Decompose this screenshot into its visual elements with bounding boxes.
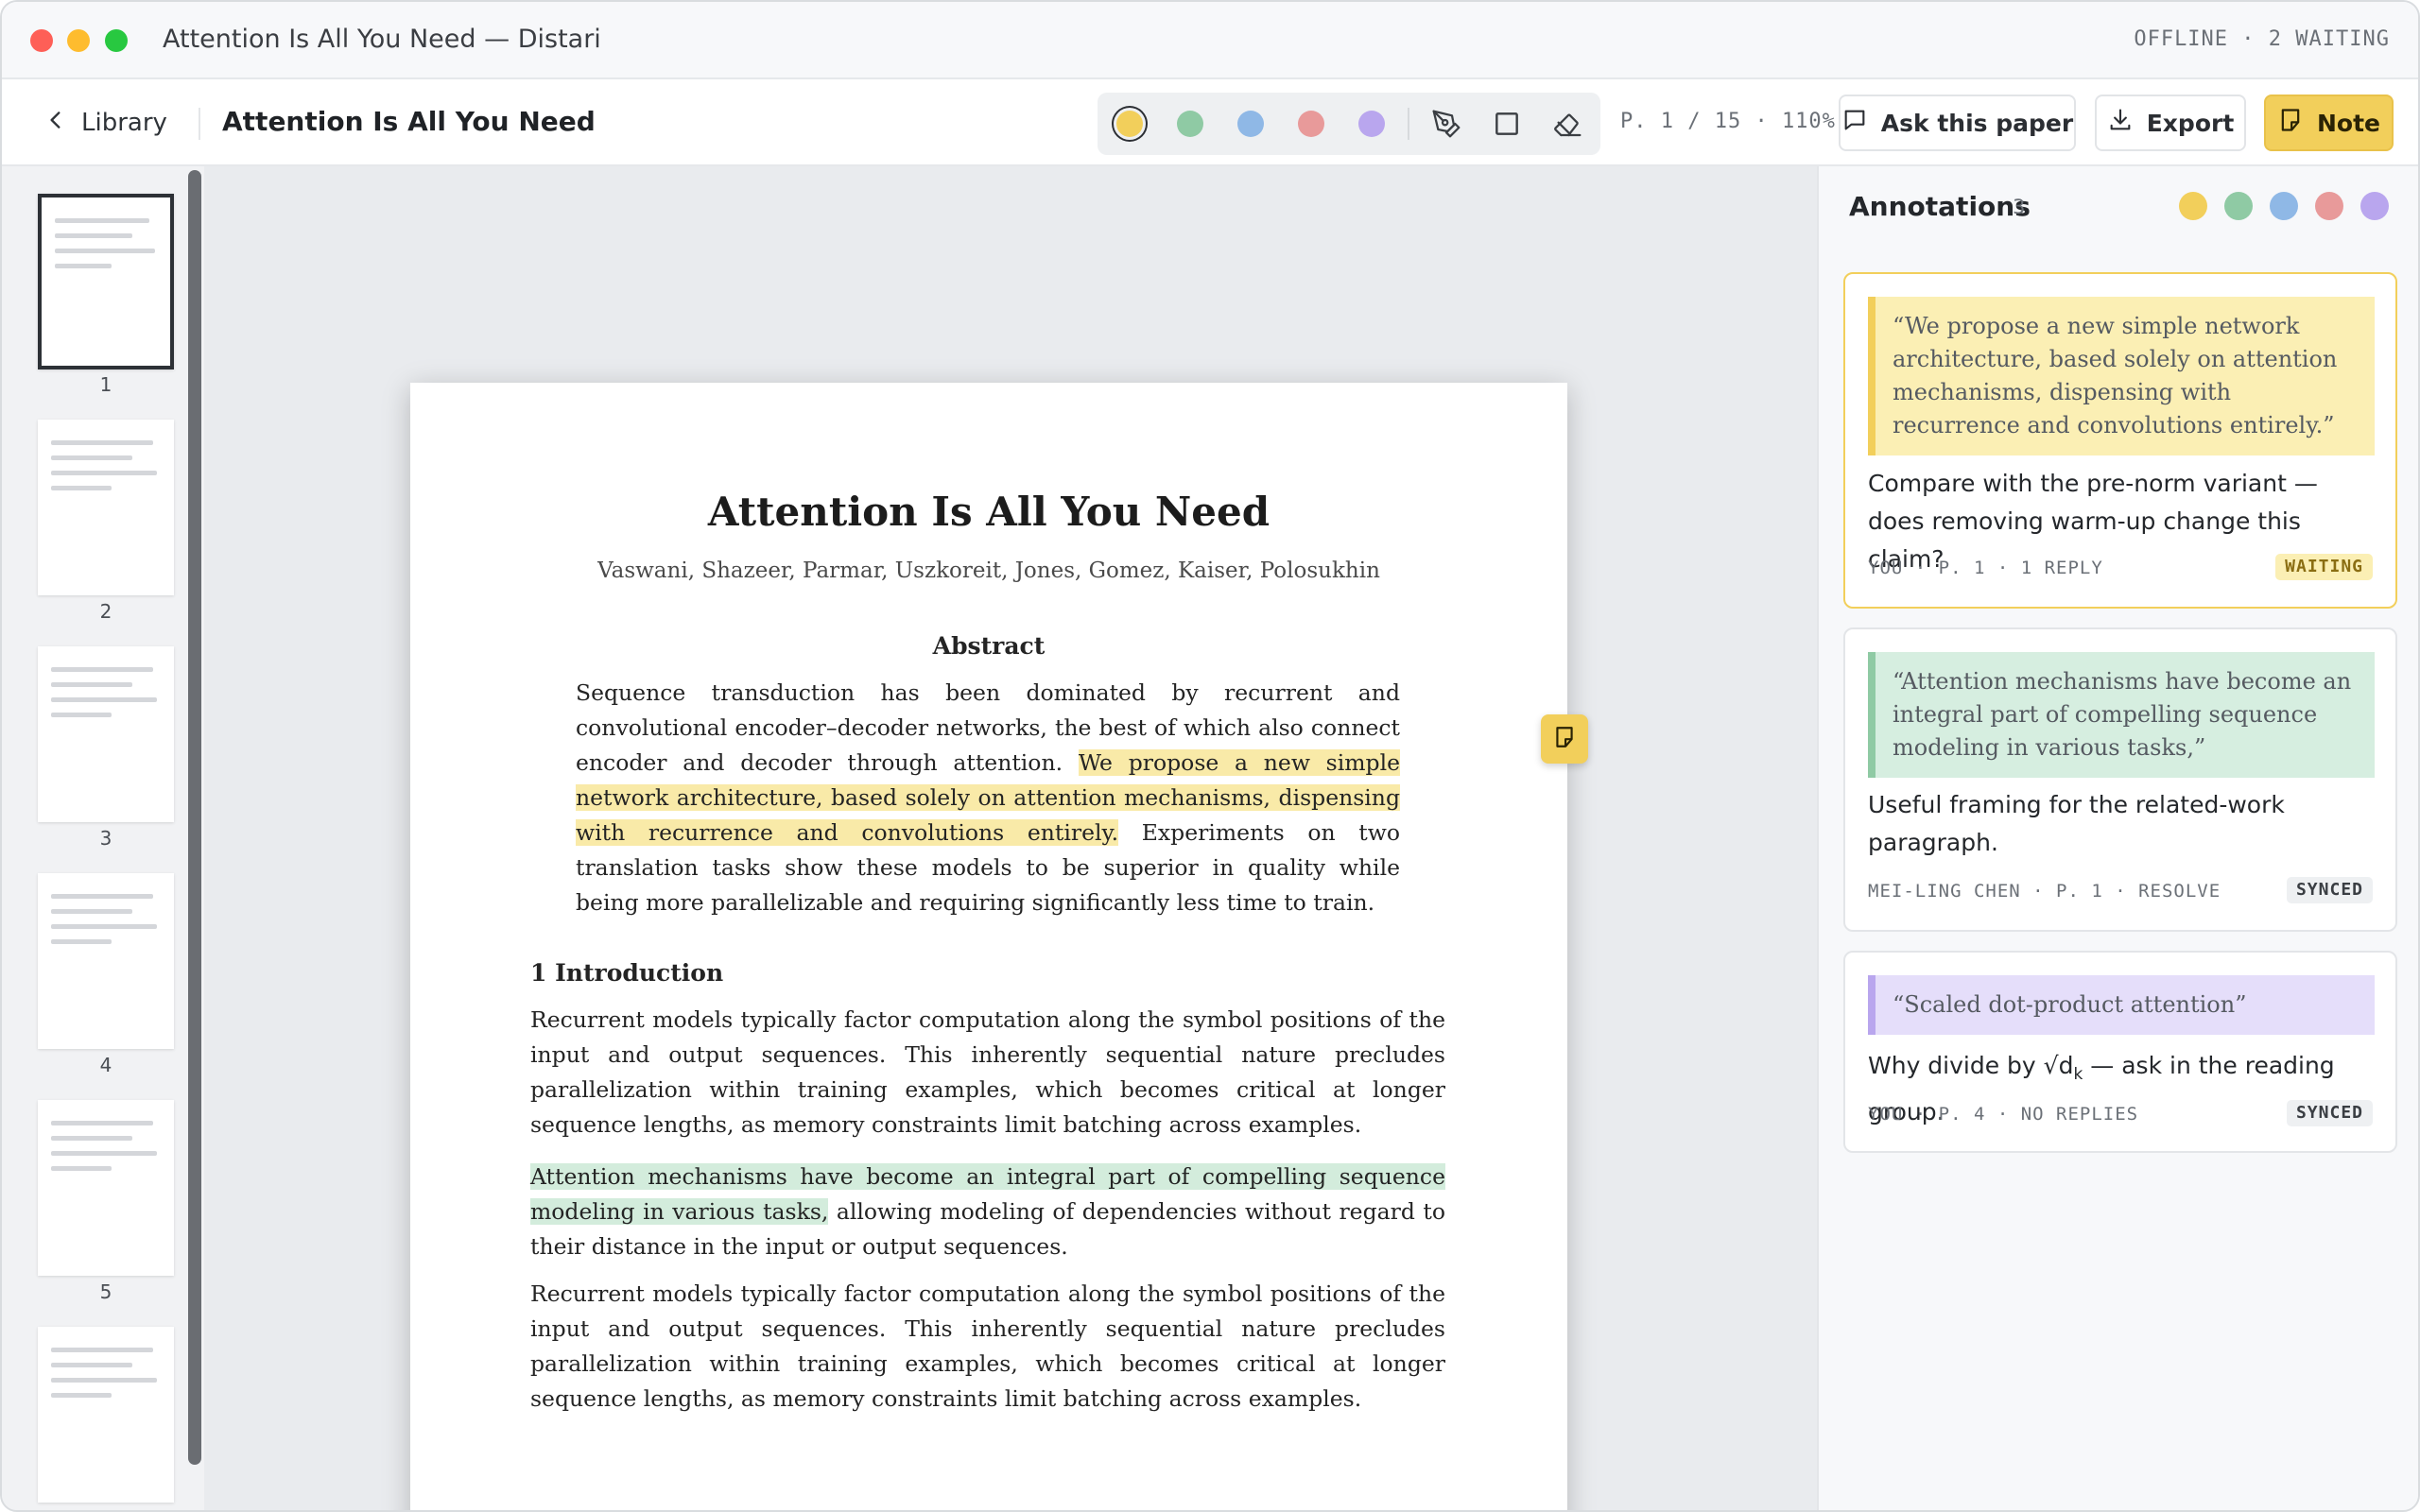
- pen-icon[interactable]: [1431, 109, 1461, 139]
- highlight-red-swatch[interactable]: [1298, 111, 1324, 137]
- page-thumbnail[interactable]: [38, 194, 174, 369]
- back-to-library-button[interactable]: Library: [43, 106, 167, 140]
- document-viewer: Attention Is All You Need Vaswani, Shaze…: [204, 166, 1817, 1510]
- math-sqrt: √d: [2043, 1052, 2074, 1079]
- app-window: Attention Is All You Need — Distari OFFL…: [0, 0, 2420, 1512]
- thumbnail-number: 4: [99, 1054, 112, 1076]
- annotation-quote: “We propose a new simple network archite…: [1868, 297, 2375, 455]
- status-badge: SYNCED: [2286, 1100, 2373, 1126]
- ask-paper-button[interactable]: Ask this paper: [1839, 94, 2076, 151]
- filter-green[interactable]: [2224, 192, 2253, 220]
- toolbar-divider: [199, 108, 200, 140]
- paper-authors: Vaswani, Shazeer, Parmar, Uszkoreit, Jon…: [597, 558, 1380, 583]
- download-icon: [2107, 107, 2134, 139]
- thumbnail-number: 5: [99, 1280, 112, 1303]
- sticky-note-icon: [1552, 725, 1577, 754]
- title-bar: Attention Is All You Need — Distari OFFL…: [2, 2, 2418, 79]
- note-text-start: Why divide by: [1868, 1052, 2044, 1079]
- annotation-note: Useful framing for the related-work para…: [1868, 791, 2285, 856]
- note-label: Note: [2316, 109, 2380, 137]
- pdf-page[interactable]: Attention Is All You Need Vaswani, Shaze…: [410, 383, 1567, 1510]
- section-heading: 1 Introduction: [530, 959, 724, 987]
- annotation-quote: “Scaled dot-product attention”: [1868, 975, 2375, 1035]
- thumbnail-number: 1: [99, 373, 112, 396]
- page-thumbnail[interactable]: [38, 420, 174, 595]
- body-paragraph[interactable]: Recurrent models typically factor comput…: [530, 1003, 1445, 1143]
- annotation-tools: [1098, 93, 1600, 155]
- status-badge: WAITING: [2275, 554, 2373, 580]
- maximize-window-button[interactable]: [105, 29, 128, 52]
- palette-divider: [1408, 108, 1409, 140]
- back-label: Library: [81, 109, 167, 137]
- annotation-meta: YOU · P. 1 · 1 REPLY: [1868, 558, 2103, 578]
- abstract-text[interactable]: Sequence transduction has been dominated…: [576, 676, 1400, 920]
- annotation-meta: YOU · P. 4 · NO REPLIES: [1868, 1104, 2139, 1125]
- highlight-blue-swatch[interactable]: [1237, 111, 1264, 137]
- sticky-note-icon: [2277, 107, 2304, 139]
- filter-yellow[interactable]: [2179, 192, 2207, 220]
- annotation-meta: MEI-LING CHEN · P. 1 · RESOLVE: [1868, 881, 2221, 902]
- annotations-panel: Annotations 3 “We propose a new simple n…: [1817, 166, 2418, 1510]
- math-subscript: k: [2073, 1065, 2083, 1084]
- filter-red[interactable]: [2315, 192, 2343, 220]
- body-paragraph[interactable]: Recurrent models typically factor comput…: [530, 1277, 1445, 1417]
- minimize-window-button[interactable]: [67, 29, 90, 52]
- highlight-yellow-swatch[interactable]: [1116, 111, 1143, 137]
- add-note-button[interactable]: Note: [2264, 94, 2394, 151]
- page-thumbnail[interactable]: [38, 1327, 174, 1503]
- thumbnail-number: 3: [99, 827, 112, 850]
- export-label: Export: [2146, 109, 2235, 137]
- toolbar: Library Attention Is All You Need P. 1 /…: [2, 79, 2418, 166]
- eraser-icon[interactable]: [1552, 109, 1582, 139]
- status-badge: SYNCED: [2286, 877, 2373, 903]
- thumbnail-number: 2: [99, 600, 112, 623]
- page-thumbnail[interactable]: [38, 1100, 174, 1276]
- sync-status: OFFLINE · 2 WAITING: [2134, 27, 2390, 51]
- note-pin[interactable]: [1541, 714, 1588, 764]
- highlight-green-swatch[interactable]: [1177, 111, 1203, 137]
- highlight-purple-swatch[interactable]: [1358, 111, 1385, 137]
- annotation-quote: “Attention mechanisms have become an int…: [1868, 652, 2375, 778]
- body-paragraph[interactable]: Attention mechanisms have become an inte…: [530, 1160, 1445, 1264]
- page-zoom-indicator: P. 1 / 15 · 110%: [1620, 110, 1836, 133]
- annotation-count: 3: [2013, 196, 2026, 218]
- filter-blue[interactable]: [2270, 192, 2298, 220]
- page-thumbnail[interactable]: [38, 873, 174, 1049]
- paper-title: Attention Is All You Need: [707, 489, 1270, 535]
- window-title: Attention Is All You Need — Distari: [163, 25, 601, 54]
- chevron-left-icon: [43, 108, 68, 139]
- filter-purple[interactable]: [2360, 192, 2389, 220]
- document-title: Attention Is All You Need: [222, 106, 596, 137]
- panel-title: Annotations: [1849, 191, 2031, 222]
- annotation-card[interactable]: “We propose a new simple network archite…: [1843, 272, 2397, 609]
- chat-bubble-icon: [1841, 107, 1868, 139]
- close-window-button[interactable]: [30, 29, 53, 52]
- abstract-heading: Abstract: [932, 632, 1046, 660]
- ask-paper-label: Ask this paper: [1880, 109, 2074, 137]
- thumbnail-scrollbar[interactable]: [188, 170, 201, 1465]
- export-button[interactable]: Export: [2095, 94, 2246, 151]
- page-thumbnails: 1 2 3 4 5: [2, 166, 204, 1510]
- annotation-card[interactable]: “Attention mechanisms have become an int…: [1843, 627, 2397, 932]
- page-thumbnail[interactable]: [38, 646, 174, 822]
- rectangle-icon[interactable]: [1492, 109, 1522, 139]
- annotation-card[interactable]: “Scaled dot-product attention” Why divid…: [1843, 951, 2397, 1153]
